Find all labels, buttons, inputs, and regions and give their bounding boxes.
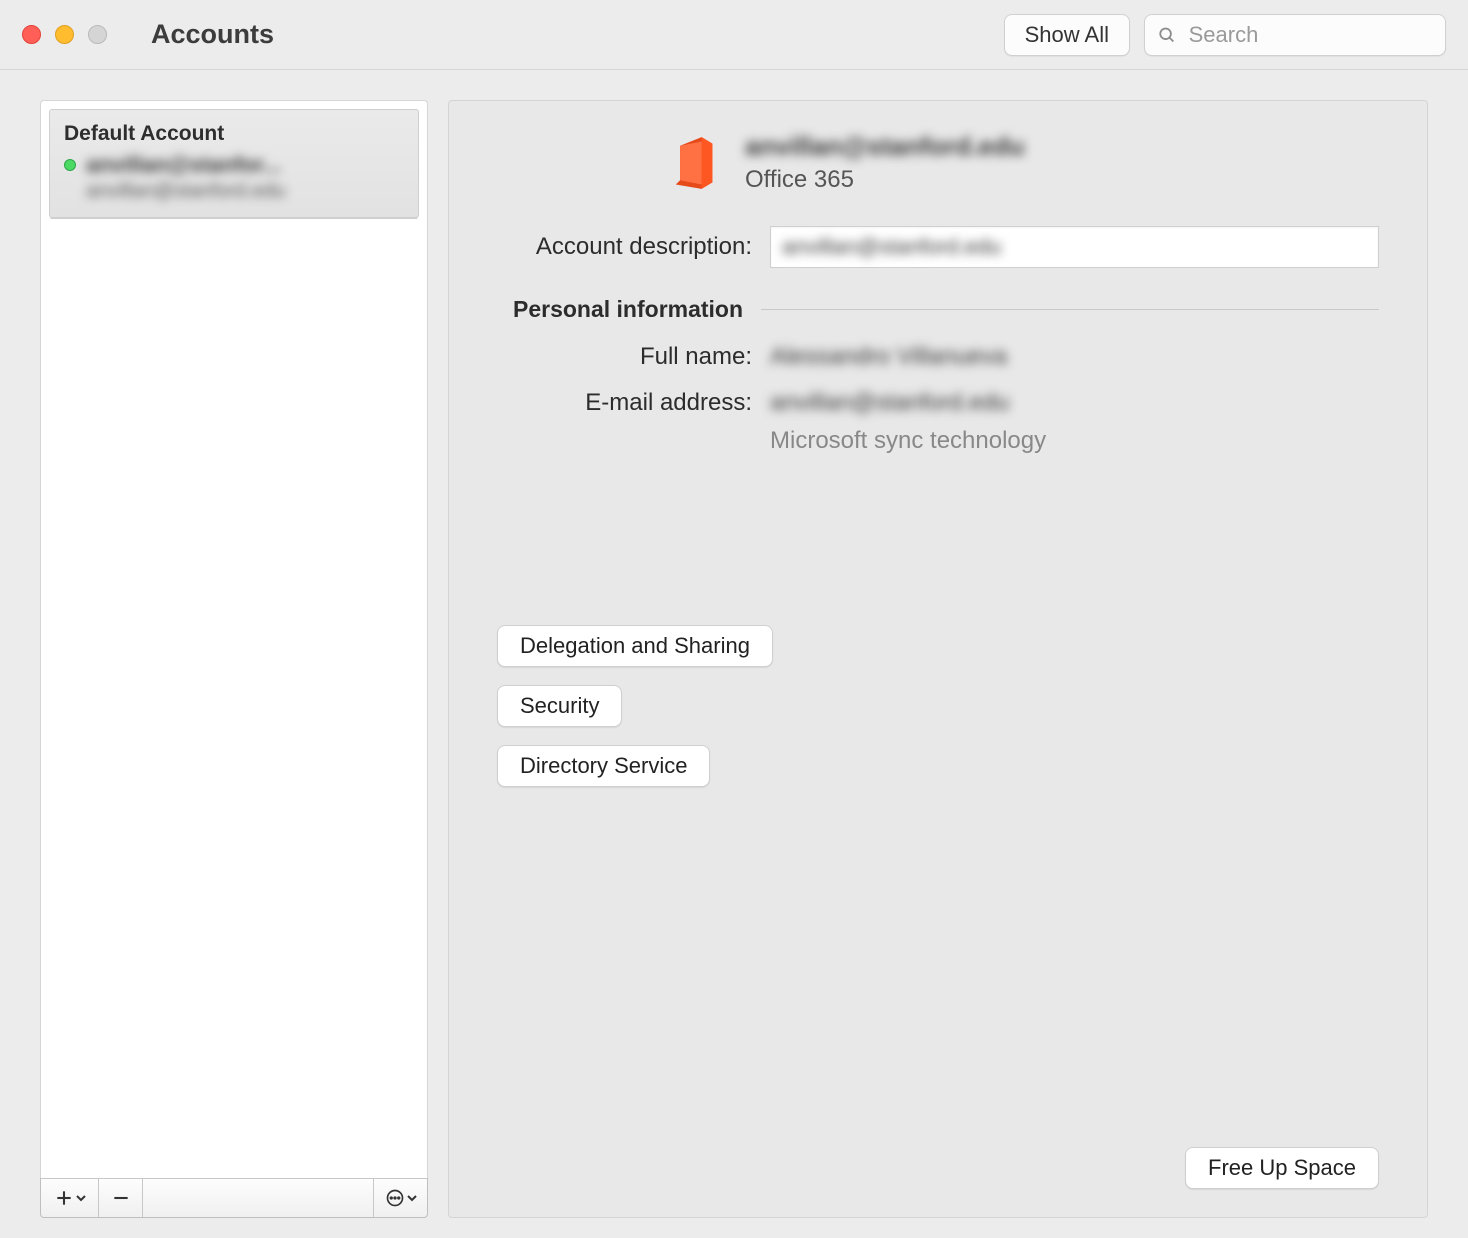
- minimize-window-button[interactable]: [55, 25, 74, 44]
- minus-icon: [111, 1188, 131, 1208]
- full-name-value: Alessandro Villanueva: [770, 343, 1007, 370]
- delegation-sharing-button[interactable]: Delegation and Sharing: [497, 625, 773, 667]
- account-type-label: Office 365: [745, 166, 1025, 194]
- email-address-value: anvillan@stanford.edu: [770, 389, 1009, 416]
- account-list-item[interactable]: Default Account anvillan@stanfor... anvi…: [49, 109, 419, 218]
- add-account-button[interactable]: [41, 1179, 99, 1217]
- sync-technology-note: Microsoft sync technology: [770, 427, 1379, 455]
- search-field-container[interactable]: [1144, 14, 1446, 56]
- email-address-label: E-mail address:: [497, 389, 752, 417]
- remove-account-button[interactable]: [99, 1179, 143, 1217]
- window-title: Accounts: [151, 19, 274, 50]
- titlebar: Accounts Show All: [0, 0, 1468, 70]
- account-detail-panel: anvillan@stanford.edu Office 365 Account…: [448, 100, 1428, 1218]
- account-description-label: Account description:: [497, 233, 752, 261]
- directory-service-button[interactable]: Directory Service: [497, 745, 710, 787]
- search-icon: [1157, 24, 1177, 46]
- office-logo-icon: [667, 135, 719, 191]
- accounts-sidebar: Default Account anvillan@stanfor... anvi…: [40, 100, 428, 1178]
- show-all-button[interactable]: Show All: [1004, 14, 1130, 56]
- account-name-primary: anvillan@stanfor...: [86, 152, 281, 178]
- more-actions-button[interactable]: [373, 1179, 427, 1217]
- account-email-header: anvillan@stanford.edu: [745, 131, 1025, 162]
- toolbar-spacer: [143, 1179, 373, 1217]
- full-name-label: Full name:: [497, 343, 752, 371]
- personal-info-section-title: Personal information: [513, 296, 743, 323]
- account-description-value: anvillan@stanford.edu: [782, 234, 1001, 260]
- account-name-secondary: anvillan@stanford.edu: [86, 180, 404, 203]
- close-window-button[interactable]: [22, 25, 41, 44]
- traffic-lights: [22, 25, 107, 44]
- section-divider: [761, 309, 1379, 310]
- status-dot-icon: [64, 159, 76, 171]
- more-icon: [385, 1188, 405, 1208]
- default-account-label: Default Account: [64, 122, 404, 146]
- free-up-space-button[interactable]: Free Up Space: [1185, 1147, 1379, 1189]
- plus-icon: [54, 1188, 74, 1208]
- sidebar-toolbar: [40, 1178, 428, 1218]
- chevron-down-icon: [76, 1193, 86, 1203]
- chevron-down-icon: [407, 1193, 417, 1203]
- search-input[interactable]: [1187, 21, 1433, 49]
- zoom-window-button[interactable]: [88, 25, 107, 44]
- security-button[interactable]: Security: [497, 685, 622, 727]
